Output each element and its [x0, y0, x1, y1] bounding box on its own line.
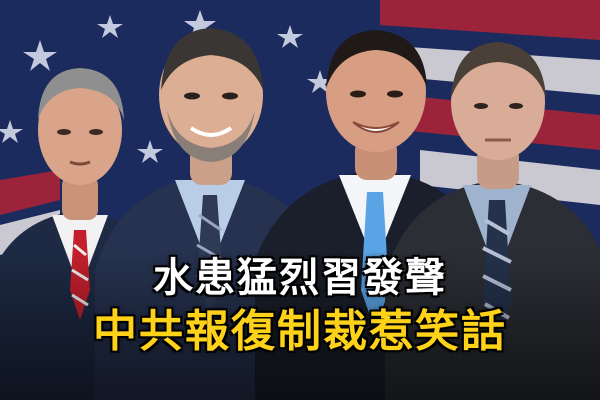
headline-line-2: 中共報復制裁惹笑話: [93, 306, 507, 357]
headline-line-1: 水患猛烈習發聲: [153, 255, 447, 301]
news-thumbnail: 水患猛烈習發聲 中共報復制裁惹笑話: [0, 0, 600, 400]
